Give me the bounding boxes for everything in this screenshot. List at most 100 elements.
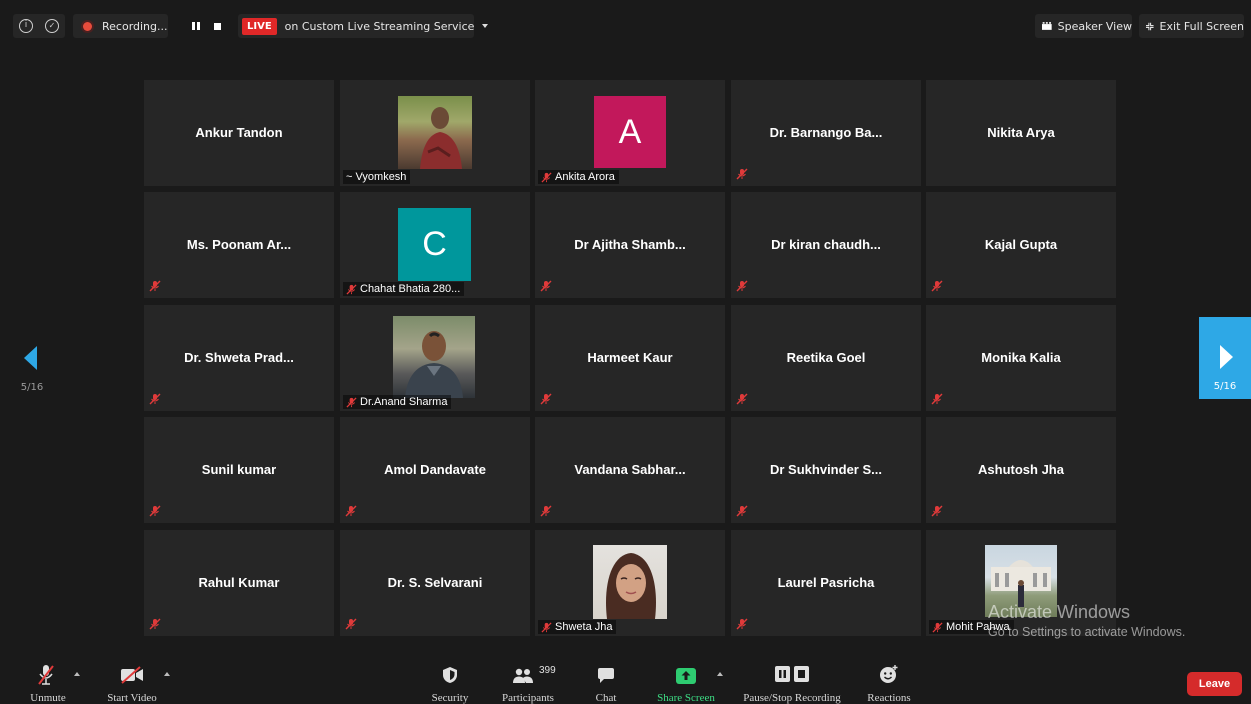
mic-muted-icon (736, 168, 748, 180)
exit-fullscreen-label: Exit Full Screen (1159, 19, 1244, 33)
participant-name: Sunil kumar (201, 462, 277, 477)
avatar-initial: C (422, 225, 447, 263)
previous-page-button[interactable]: 5/16 (14, 340, 54, 400)
unmute-button[interactable]: Unmute (22, 652, 74, 704)
participant-tile[interactable]: Dr Sukhvinder S... (731, 417, 921, 523)
participant-tile[interactable]: Kajal Gupta (926, 192, 1116, 298)
pause-stop-recording-icon (775, 666, 809, 682)
participant-name: Chahat Bhatia 280... (360, 283, 461, 295)
pause-stop-recording-button[interactable]: Pause/Stop Recording (736, 652, 848, 704)
live-stream-indicator[interactable]: LIVE on Custom Live Streaming Service (238, 14, 489, 38)
participant-name: Ashutosh Jha (978, 462, 1064, 477)
mic-muted-icon (736, 618, 748, 630)
participant-video-thumbnail (398, 96, 472, 169)
share-options-caret-icon[interactable] (717, 672, 723, 676)
top-bar: i ✓ Recording... LIVE on Custom Live Str… (0, 8, 1251, 44)
participant-tile[interactable]: Dr. S. Selvarani (340, 530, 530, 636)
recording-controls (178, 14, 234, 38)
security-button[interactable]: Security (425, 652, 475, 704)
start-video-label: Start Video (107, 692, 157, 704)
mic-muted-icon (149, 505, 161, 517)
page-indicator-left: 5/16 (20, 382, 44, 393)
participant-name: Amol Dandavate (384, 462, 486, 477)
chat-button[interactable]: Chat (585, 652, 627, 704)
audio-options-caret-icon[interactable] (74, 672, 80, 676)
participant-tile[interactable]: Shweta Jha (535, 530, 725, 636)
participant-label: Dr.Anand Sharma (343, 395, 452, 409)
participant-tile[interactable]: ~ Vyomkesh (340, 80, 530, 186)
mic-muted-icon (346, 396, 357, 408)
reactions-button[interactable]: Reactions (862, 652, 916, 704)
speaker-view-icon (1042, 22, 1052, 30)
participant-tile[interactable]: Ashutosh Jha (926, 417, 1116, 523)
participant-name: Laurel Pasricha (777, 575, 875, 590)
meeting-controls-bar: Unmute Start Video Security 399 Particip… (0, 652, 1251, 704)
start-video-button[interactable]: Start Video (100, 652, 164, 704)
participant-tile[interactable]: Ms. Poonam Ar... (144, 192, 334, 298)
participant-name: Rahul Kumar (198, 575, 280, 590)
arrow-right-icon (1220, 345, 1233, 369)
mic-muted-icon (931, 280, 943, 292)
participant-tile[interactable]: Dr.Anand Sharma (340, 305, 530, 411)
participant-label: ~ Vyomkesh (343, 170, 411, 184)
exit-fullscreen-button[interactable]: Exit Full Screen (1139, 14, 1244, 38)
mic-muted-icon (736, 505, 748, 517)
unmute-label: Unmute (30, 692, 66, 704)
mic-muted-icon (932, 621, 943, 633)
shield-check-icon[interactable]: ✓ (45, 19, 59, 33)
participant-video-thumbnail (393, 316, 475, 398)
stop-recording-icon[interactable] (214, 22, 221, 30)
participant-tile[interactable]: Laurel Pasricha (731, 530, 921, 636)
participant-name: Dr Ajitha Shamb... (574, 237, 686, 252)
participant-tile[interactable]: Dr. Shweta Prad... (144, 305, 334, 411)
share-screen-button[interactable]: Share Screen (650, 652, 720, 704)
video-options-caret-icon[interactable] (164, 672, 170, 676)
mic-muted-icon (541, 621, 552, 633)
participant-name: Dr. S. Selvarani (387, 575, 483, 590)
participant-tile[interactable]: Vandana Sabhar... (535, 417, 725, 523)
participant-tile[interactable]: Nikita Arya (926, 80, 1116, 186)
recording-label: Recording... (102, 19, 168, 33)
person-silhouette-icon (405, 331, 463, 398)
participant-name: Ms. Poonam Ar... (186, 237, 292, 252)
avatar: A (594, 96, 666, 168)
participant-tile[interactable]: A Ankita Arora (535, 80, 725, 186)
participant-tile[interactable]: Harmeet Kaur (535, 305, 725, 411)
info-icon[interactable]: i (19, 19, 33, 33)
participant-name: Dr. Barnango Ba... (769, 125, 883, 140)
arrow-left-icon (24, 346, 37, 370)
live-badge: LIVE (242, 17, 277, 35)
participant-name: Shweta Jha (555, 621, 613, 633)
participant-name: Dr kiran chaudh... (771, 237, 881, 252)
mic-muted-icon (345, 618, 357, 630)
participants-label: Participants (502, 692, 554, 704)
participant-tile[interactable]: Dr. Barnango Ba... (731, 80, 921, 186)
participant-tile[interactable]: Amol Dandavate (340, 417, 530, 523)
mic-muted-icon (38, 665, 54, 685)
share-screen-label: Share Screen (657, 692, 715, 704)
participant-tile[interactable]: Dr Ajitha Shamb... (535, 192, 725, 298)
exit-fullscreen-icon (1146, 22, 1154, 30)
participants-button[interactable]: 399 Participants (497, 652, 559, 704)
participant-tile[interactable]: Ankur Tandon (144, 80, 334, 186)
participant-name: Nikita Arya (987, 125, 1055, 140)
participant-tile[interactable]: Rahul Kumar (144, 530, 334, 636)
pause-recording-icon[interactable] (192, 22, 200, 30)
participant-tile[interactable]: Monika Kalia (926, 305, 1116, 411)
participant-label: Chahat Bhatia 280... (343, 282, 465, 296)
participant-tile[interactable]: Dr kiran chaudh... (731, 192, 921, 298)
speaker-view-button[interactable]: Speaker View (1035, 14, 1132, 38)
mic-muted-icon (736, 280, 748, 292)
participant-tile[interactable]: Reetika Goel (731, 305, 921, 411)
leave-meeting-button[interactable]: Leave (1187, 672, 1242, 696)
speaker-view-label: Speaker View (1057, 19, 1132, 33)
participant-name: Harmeet Kaur (587, 350, 673, 365)
participant-name: Dr. Shweta Prad... (184, 350, 294, 365)
video-off-icon (121, 666, 143, 684)
next-page-button[interactable]: 5/16 (1199, 317, 1251, 399)
participant-name: Ankur Tandon (195, 125, 283, 140)
chat-bubble-icon (598, 668, 614, 683)
participant-tile[interactable]: Sunil kumar (144, 417, 334, 523)
participant-tile[interactable]: C Chahat Bhatia 280... (340, 192, 530, 298)
participant-video-thumbnail (593, 545, 667, 619)
